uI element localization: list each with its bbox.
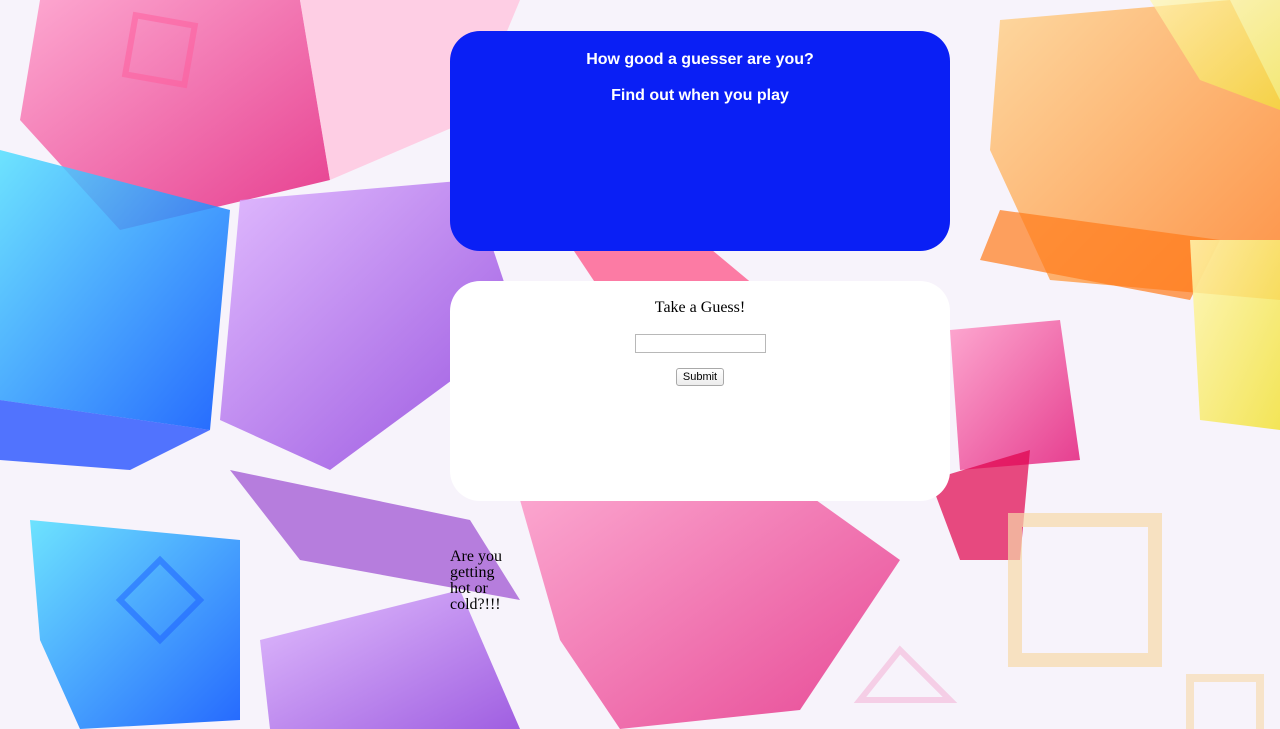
submit-button[interactable]: Submit	[675, 368, 725, 386]
hot-cold-feedback: Are you getting hot or cold?!!!	[450, 548, 502, 613]
page-title: How good a guesser are you?	[586, 51, 814, 68]
header-banner: How good a guesser are you? Find out whe…	[450, 31, 950, 251]
guess-form-card: Take a Guess! Submit	[450, 281, 950, 501]
page-subtitle: Find out when you play	[611, 87, 789, 104]
guess-input[interactable]	[634, 334, 766, 353]
guess-prompt: Take a Guess!	[654, 299, 746, 316]
